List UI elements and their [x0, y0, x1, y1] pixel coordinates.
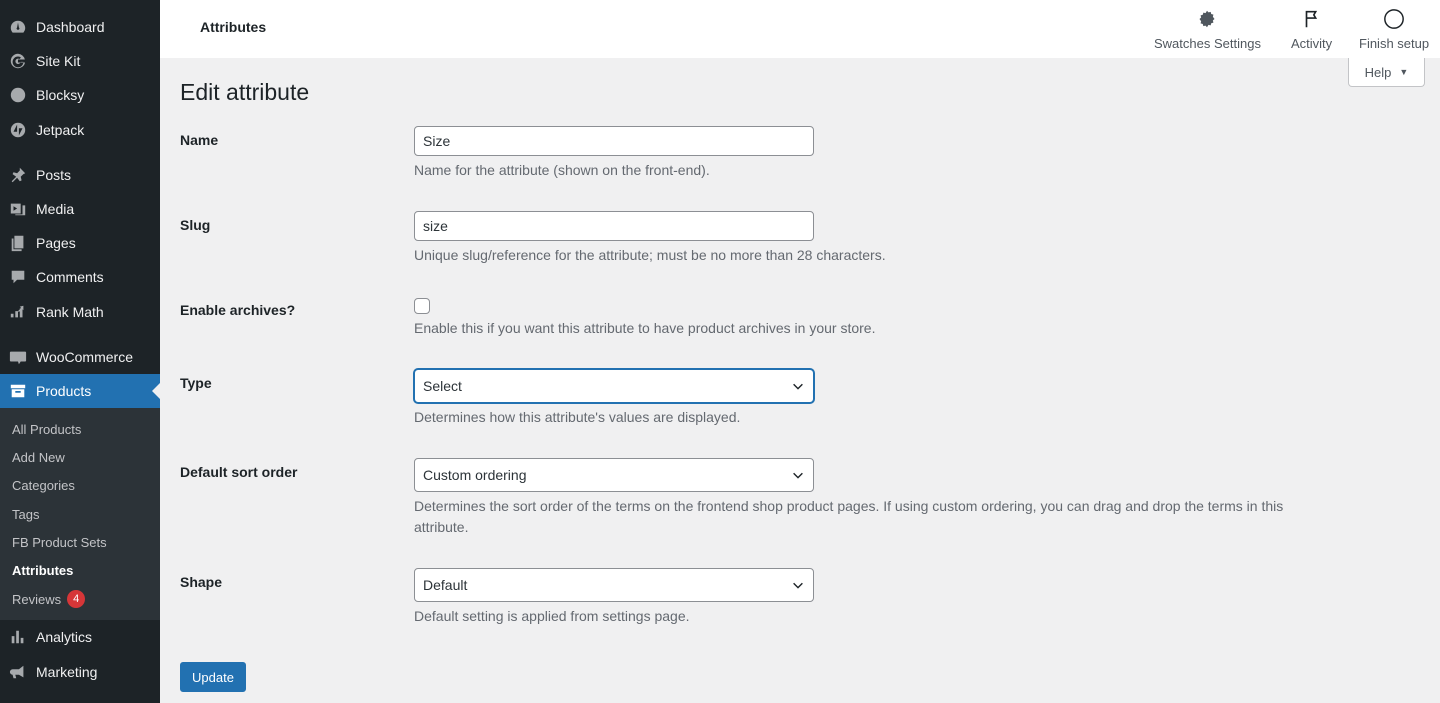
shape-description: Default setting is applied from settings… [414, 608, 690, 624]
enable-archives-label: Enable archives? [180, 302, 296, 318]
pin-icon [0, 158, 36, 192]
sidebar-item-analytics[interactable]: Analytics [0, 620, 160, 654]
swatches-settings-button[interactable]: Swatches Settings [1154, 8, 1261, 51]
sidebar-item-woocommerce[interactable]: WooCommerce [0, 340, 160, 374]
shape-label: Shape [180, 574, 223, 590]
sidebar-item-label: Pages [36, 235, 76, 251]
sidebar-item-label: Media [36, 201, 75, 217]
type-description: Determines how this attribute's values a… [414, 409, 741, 425]
chevron-down-icon [793, 582, 803, 589]
sidebar-item-label: Products [36, 383, 92, 399]
sidebar-item-label: Marketing [36, 664, 98, 680]
submenu-item-reviews[interactable]: Reviews 4 [12, 590, 86, 608]
sort-select-value: Custom ordering [423, 467, 527, 483]
name-label: Name [180, 132, 219, 148]
top-bar: Attributes Swatches Settings Activity Fi… [160, 0, 1440, 58]
page-heading: Attributes [200, 19, 267, 35]
finish-setup-button[interactable]: Finish setup [1359, 8, 1429, 51]
sidebar-item-label: Blocksy [36, 87, 85, 103]
sidebar-item-pages[interactable]: Pages [0, 226, 160, 260]
chevron-down-icon [793, 472, 803, 479]
default-sort-order-description: Determines the sort order of the terms o… [414, 498, 1284, 535]
slug-label: Slug [180, 217, 211, 233]
swatches-settings-label: Swatches Settings [1154, 36, 1261, 51]
submenu-item-attributes[interactable]: Attributes [12, 563, 73, 578]
page-title: Edit attribute [180, 79, 310, 105]
name-description: Name for the attribute (shown on the fro… [414, 162, 710, 178]
sidebar-item-label: WooCommerce [36, 349, 133, 365]
sidebar-item-site-kit[interactable]: Site Kit [0, 44, 160, 78]
sidebar-item-rank-math[interactable]: Rank Math [0, 295, 160, 329]
default-sort-order-select[interactable]: Custom ordering [414, 458, 814, 492]
type-select[interactable]: Select [414, 369, 814, 403]
dashboard-icon [0, 10, 36, 44]
sidebar-item-posts[interactable]: Posts [0, 158, 160, 192]
type-label: Type [180, 375, 212, 391]
type-select-value: Select [423, 378, 462, 394]
sidebar-item-label: Rank Math [36, 304, 104, 320]
circle-icon [1384, 9, 1404, 29]
woo-icon [0, 340, 36, 374]
sidebar-item-comments[interactable]: Comments [0, 260, 160, 294]
update-button[interactable]: Update [180, 662, 246, 692]
shape-select[interactable]: Default [414, 568, 814, 602]
archive-icon [0, 374, 36, 408]
reviews-count-badge: 4 [67, 590, 86, 608]
admin-sidebar: Dashboard Site Kit Blocksy Jetpack Posts… [0, 0, 160, 703]
flag-icon [1305, 10, 1317, 28]
activity-label: Activity [1291, 36, 1333, 51]
enable-archives-checkbox[interactable] [414, 298, 430, 314]
name-input[interactable]: Size [414, 126, 814, 156]
shape-select-value: Default [423, 577, 468, 593]
bar-chart-icon [0, 620, 36, 654]
sidebar-item-blocksy[interactable]: Blocksy [0, 78, 160, 112]
finish-setup-label: Finish setup [1359, 36, 1430, 51]
activity-button[interactable]: Activity [1291, 8, 1332, 51]
media-icon [0, 192, 36, 226]
gear-icon [1199, 10, 1215, 28]
sidebar-item-products[interactable]: Products [0, 374, 160, 408]
caret-down-icon: ▼ [1399, 67, 1409, 77]
google-g-icon [0, 44, 36, 78]
sidebar-item-marketing[interactable]: Marketing [0, 655, 160, 689]
comment-icon [0, 260, 36, 294]
enable-archives-description: Enable this if you want this attribute t… [414, 320, 876, 336]
sidebar-item-media[interactable]: Media [0, 192, 160, 226]
sidebar-item-jetpack[interactable]: Jetpack [0, 113, 160, 147]
help-tab-button[interactable]: Help ▼ [1348, 58, 1425, 87]
slug-input[interactable]: size [414, 211, 814, 241]
slug-description: Unique slug/reference for the attribute;… [414, 247, 886, 263]
submenu-item-add-new[interactable]: Add New [12, 450, 65, 465]
help-label: Help [1364, 64, 1392, 80]
sidebar-item-label: Analytics [36, 629, 93, 645]
sidebar-item-label: Posts [36, 167, 72, 183]
default-sort-order-label: Default sort order [180, 464, 298, 480]
blocksy-icon [0, 78, 36, 112]
rank-math-icon [0, 295, 36, 329]
megaphone-icon [0, 655, 36, 689]
submenu-item-label: Reviews [12, 591, 62, 607]
submenu-item-tags[interactable]: Tags [12, 507, 39, 522]
sidebar-item-label: Site Kit [36, 53, 81, 69]
submenu-item-categories[interactable]: Categories [12, 478, 75, 493]
sidebar-item-label: Dashboard [36, 19, 105, 35]
jetpack-icon [0, 113, 36, 147]
sidebar-item-dashboard[interactable]: Dashboard [0, 10, 160, 44]
sidebar-item-label: Jetpack [36, 122, 85, 138]
sidebar-item-label: Comments [36, 269, 104, 285]
pages-icon [0, 226, 36, 260]
submenu-item-fb-product-sets[interactable]: FB Product Sets [12, 535, 107, 550]
products-submenu: All Products Add New Categories Tags FB … [0, 408, 160, 620]
submenu-item-all-products[interactable]: All Products [12, 422, 81, 437]
chevron-down-icon [793, 383, 803, 390]
